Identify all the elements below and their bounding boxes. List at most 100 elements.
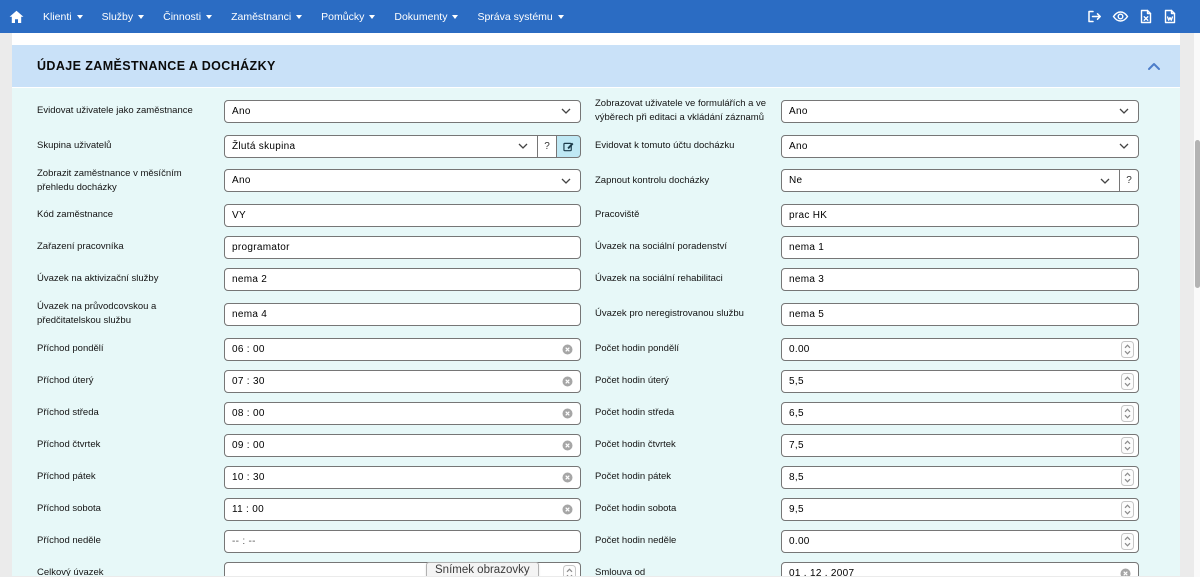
prichod-ctvrtek-value: 09 : 00 <box>232 440 265 451</box>
nav-item-slu-by[interactable]: Služby <box>102 11 145 23</box>
clear-icon[interactable] <box>562 440 573 451</box>
clear-icon[interactable] <box>1120 568 1131 577</box>
prichod-utery-input[interactable]: 07 : 30 <box>224 370 581 393</box>
uvazek-na-socialni-poradenstvi-input[interactable]: nema 1 <box>781 236 1139 259</box>
clear-icon[interactable] <box>562 376 573 387</box>
pocet-hodin-sobota-value: 9,5 <box>789 504 804 515</box>
caret-down-icon <box>206 15 212 19</box>
pocet-hodin-nedele-label: Počet hodin neděle <box>595 534 781 548</box>
clear-icon <box>1120 568 1131 577</box>
prichod-sobota-value: 11 : 00 <box>232 504 264 515</box>
nav-item-pom-cky[interactable]: Pomůcky <box>321 11 375 23</box>
number-stepper[interactable] <box>1121 405 1134 422</box>
help-button[interactable]: ? <box>1119 169 1139 192</box>
prichod-patek-input[interactable]: 10 : 30 <box>224 466 581 489</box>
file-excel-icon[interactable] <box>1139 9 1153 24</box>
chevron-down-icon <box>561 107 571 115</box>
evidovat-k-tomuto-uctu-dochazku-value: Ano <box>789 141 808 152</box>
number-stepper[interactable] <box>1121 469 1134 486</box>
number-stepper[interactable] <box>1121 501 1134 518</box>
pocet-hodin-streda-input[interactable]: 6,5 <box>781 402 1139 425</box>
caret-down-icon <box>452 15 458 19</box>
zobrazit-zamestnance-v-mesicnim-prehledu-select[interactable]: Ano <box>224 169 581 192</box>
zobrazovat-uzivatele-ve-formularich-select[interactable]: Ano <box>781 100 1139 123</box>
uvazek-na-aktivizacni-sluzby-input[interactable]: nema 2 <box>224 268 581 291</box>
zapnout-kontrolu-dochazky-label: Zapnout kontrolu docházky <box>595 174 781 188</box>
scrollbar-track[interactable] <box>1194 33 1200 577</box>
pocet-hodin-pondeli-label: Počet hodin pondělí <box>595 342 781 356</box>
collapse-panel-button[interactable] <box>1145 60 1163 72</box>
zarazeni-pracovnika-input[interactable]: programator <box>224 236 581 259</box>
zapnout-kontrolu-dochazky-group: Ne? <box>781 169 1139 192</box>
stepper-icon <box>1121 437 1134 454</box>
uvazek-na-pruvodcovskou-sluzbu-value: nema 4 <box>232 309 267 320</box>
evidovat-uzivatele-jako-zamestnance-select[interactable]: Ano <box>224 100 581 123</box>
chevron-down-icon <box>561 107 573 115</box>
help-button[interactable]: ? <box>537 135 557 158</box>
smlouva-od-value: 01 . 12 . 2007 <box>789 568 854 577</box>
eye-icon[interactable] <box>1112 9 1129 24</box>
evidovat-k-tomuto-uctu-dochazku-select[interactable]: Ano <box>781 135 1139 158</box>
pracoviste-value: prac HK <box>789 210 827 221</box>
form-row: Zobrazit zaměstnance v měsíčním přehledu… <box>37 167 1180 196</box>
uvazek-na-socialni-rehabilitaci-input[interactable]: nema 3 <box>781 268 1139 291</box>
panel-header: ÚDAJE ZAMĚSTNANCE A DOCHÁZKY <box>12 45 1180 88</box>
chevron-down-icon <box>1119 142 1129 150</box>
clear-icon[interactable] <box>562 344 573 355</box>
home-icon[interactable] <box>9 10 24 24</box>
clear-icon[interactable] <box>562 408 573 419</box>
prichod-utery-value: 07 : 30 <box>232 376 265 387</box>
prichod-sobota-input[interactable]: 11 : 00 <box>224 498 581 521</box>
uvazek-na-socialni-poradenstvi-label: Úvazek na sociální poradenství <box>595 240 781 254</box>
nav-item--innosti[interactable]: Činnosti <box>163 11 212 23</box>
prichod-utery-label: Příchod úterý <box>37 374 224 388</box>
nav-item-klienti[interactable]: Klienti <box>43 11 83 23</box>
prichod-streda-label: Příchod středa <box>37 406 224 420</box>
edit-button[interactable] <box>556 135 581 158</box>
nav-item-zam-stnanci[interactable]: Zaměstnanci <box>231 11 302 23</box>
pocet-hodin-utery-input[interactable]: 5,5 <box>781 370 1139 393</box>
uvazek-na-pruvodcovskou-sluzbu-input[interactable]: nema 4 <box>224 303 581 326</box>
scrollbar-thumb[interactable] <box>1195 140 1200 288</box>
evidovat-uzivatele-jako-zamestnance-label: Evidovat uživatele jako zaměstnance <box>37 104 224 118</box>
pocet-hodin-pondeli-input[interactable]: 0.00 <box>781 338 1139 361</box>
uvazek-pro-neregistrovanou-sluzbu-input[interactable]: nema 5 <box>781 303 1139 326</box>
pocet-hodin-pondeli-value: 0.00 <box>789 344 810 355</box>
navbar-right-icons <box>1086 9 1177 24</box>
stepper-icon <box>1121 373 1134 390</box>
top-navbar: Klienti Služby Činnosti Zaměstnanci Pomůcky D… <box>0 0 1200 33</box>
prichod-pondeli-input[interactable]: 06 : 00 <box>224 338 581 361</box>
kod-zamestnance-input[interactable]: VY <box>224 204 581 227</box>
pocet-hodin-sobota-input[interactable]: 9,5 <box>781 498 1139 521</box>
number-stepper[interactable] <box>1121 437 1134 454</box>
nav-item-label: Klienti <box>43 11 72 23</box>
prichod-streda-input[interactable]: 08 : 00 <box>224 402 581 425</box>
uvazek-na-aktivizacni-sluzby-value: nema 2 <box>232 274 267 285</box>
skupina-uzivatelu-select[interactable]: Žlutá skupina <box>224 135 538 158</box>
zobrazit-zamestnance-v-mesicnim-prehledu-value: Ano <box>232 175 251 186</box>
number-stepper[interactable] <box>1121 341 1134 358</box>
pocet-hodin-nedele-input[interactable]: 0.00 <box>781 530 1139 553</box>
pocet-hodin-ctvrtek-value: 7,5 <box>789 440 804 451</box>
clear-icon <box>562 440 573 451</box>
nav-item-dokumenty[interactable]: Dokumenty <box>394 11 458 23</box>
pocet-hodin-patek-input[interactable]: 8,5 <box>781 466 1139 489</box>
file-word-icon[interactable] <box>1163 9 1177 24</box>
pracoviste-input[interactable]: prac HK <box>781 204 1139 227</box>
clear-icon[interactable] <box>562 472 573 483</box>
number-stepper[interactable] <box>1121 373 1134 390</box>
number-stepper[interactable] <box>563 565 576 577</box>
clear-icon[interactable] <box>562 504 573 515</box>
number-stepper[interactable] <box>1121 533 1134 550</box>
uvazek-na-socialni-rehabilitaci-label: Úvazek na sociální rehabilitaci <box>595 272 781 286</box>
prichod-nedele-input[interactable]: -- : -- <box>224 530 581 553</box>
smlouva-od-input[interactable]: 01 . 12 . 2007 <box>781 562 1139 577</box>
celkovy-uvazek-label: Celkový úvazek <box>37 566 224 576</box>
prichod-ctvrtek-label: Příchod čtvrtek <box>37 438 224 452</box>
prichod-ctvrtek-input[interactable]: 09 : 00 <box>224 434 581 457</box>
logout-icon[interactable] <box>1086 9 1102 24</box>
pocet-hodin-ctvrtek-input[interactable]: 7,5 <box>781 434 1139 457</box>
nav-item-spr-va-syst-mu[interactable]: Správa systému <box>477 11 563 23</box>
zapnout-kontrolu-dochazky-select[interactable]: Ne <box>781 169 1120 192</box>
clear-icon <box>562 344 573 355</box>
